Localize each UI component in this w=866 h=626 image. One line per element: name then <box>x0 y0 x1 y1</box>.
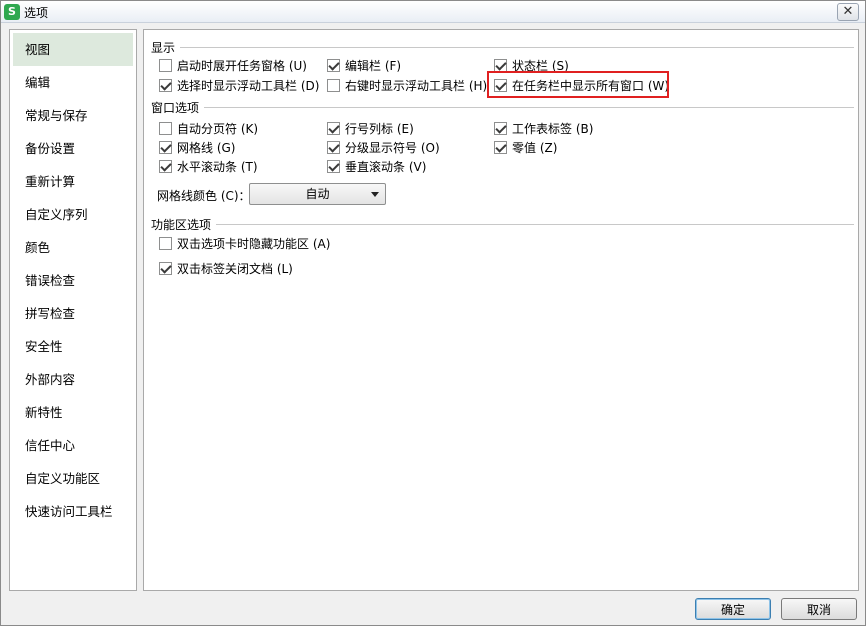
sidebar-item-backup[interactable]: 备份设置 <box>13 132 133 165</box>
checkbox-box[interactable] <box>327 78 340 92</box>
checkbox-box[interactable] <box>494 121 507 135</box>
checkbox-box[interactable] <box>494 58 507 72</box>
checkbox-formula-bar[interactable]: 编辑栏 (F) <box>327 57 401 73</box>
app-logo-icon: S <box>4 4 20 20</box>
checkbox-box[interactable] <box>327 159 340 173</box>
checkbox-label: 双击标签关闭文档 (L) <box>177 261 293 276</box>
checkbox-label: 自动分页符 (K) <box>177 121 259 136</box>
ok-button[interactable]: 确定 <box>695 598 771 620</box>
checkbox-box[interactable] <box>159 78 172 92</box>
sidebar-item-quick-access-toolbar[interactable]: 快速访问工具栏 <box>13 495 133 528</box>
section-title-display: 显示 <box>151 41 176 55</box>
sidebar-item-custom-lists[interactable]: 自定义序列 <box>13 198 133 231</box>
dropdown-arrow-icon <box>371 192 379 197</box>
sidebar-item-recalculate[interactable]: 重新计算 <box>13 165 133 198</box>
checkbox-dblclick-close-doc[interactable]: 双击标签关闭文档 (L) <box>159 260 293 276</box>
checkbox-box[interactable] <box>159 140 172 154</box>
checkbox-box[interactable] <box>327 140 340 154</box>
checkbox-box[interactable] <box>159 121 172 135</box>
checkbox-floating-toolbar-rightclick[interactable]: 右键时显示浮动工具栏 (H) <box>327 77 487 93</box>
checkbox-label: 水平滚动条 (T) <box>177 159 258 174</box>
section-divider <box>204 107 854 108</box>
checkbox-label: 启动时展开任务窗格 (U) <box>177 58 307 73</box>
close-button[interactable]: ✕ <box>837 3 859 21</box>
sidebar-item-external-content[interactable]: 外部内容 <box>13 363 133 396</box>
checkbox-box[interactable] <box>159 58 172 72</box>
checkbox-label: 工作表标签 (B) <box>512 121 594 136</box>
cancel-button[interactable]: 取消 <box>781 598 857 620</box>
sidebar-item-general-save[interactable]: 常规与保存 <box>13 99 133 132</box>
checkbox-label: 网格线 (G) <box>177 140 236 155</box>
options-dialog: S 选项 ✕ 视图 编辑 常规与保存 备份设置 重新计算 自定义序列 颜色 错误… <box>0 0 866 626</box>
checkbox-outline-symbols[interactable]: 分级显示符号 (O) <box>327 139 440 155</box>
gridline-color-dropdown[interactable]: 自动 <box>249 183 386 205</box>
checkbox-label: 垂直滚动条 (V) <box>345 159 427 174</box>
gridline-color-value: 自动 <box>305 187 330 201</box>
sidebar-item-security[interactable]: 安全性 <box>13 330 133 363</box>
checkbox-label: 双击选项卡时隐藏功能区 (A) <box>177 236 331 251</box>
checkbox-sheet-tabs[interactable]: 工作表标签 (B) <box>494 120 593 136</box>
checkbox-horizontal-scrollbar[interactable]: 水平滚动条 (T) <box>159 158 258 174</box>
checkbox-box[interactable] <box>494 140 507 154</box>
checkbox-floating-toolbar-select[interactable]: 选择时显示浮动工具栏 (D) <box>159 77 319 93</box>
checkbox-dblclick-hide-ribbon[interactable]: 双击选项卡时隐藏功能区 (A) <box>159 235 330 251</box>
checkbox-box[interactable] <box>327 58 340 72</box>
checkbox-box[interactable] <box>159 236 172 250</box>
checkbox-label: 右键时显示浮动工具栏 (H) <box>345 78 488 93</box>
gridline-color-label: 网格线颜色 (C)： <box>157 189 251 203</box>
options-content-panel: 显示 启动时展开任务窗格 (U) 编辑栏 (F) 状态栏 (S) 选择时显示浮动… <box>143 29 859 591</box>
options-sidebar: 视图 编辑 常规与保存 备份设置 重新计算 自定义序列 颜色 错误检查 拼写检查… <box>9 29 137 591</box>
checkbox-label: 零值 (Z) <box>512 140 558 155</box>
sidebar-item-edit[interactable]: 编辑 <box>13 66 133 99</box>
section-title-window-options: 窗口选项 <box>151 101 200 115</box>
window-title: 选项 <box>24 6 49 20</box>
checkbox-label: 编辑栏 (F) <box>345 58 402 73</box>
checkbox-gridlines[interactable]: 网格线 (G) <box>159 139 235 155</box>
highlight-annotation-box <box>487 71 669 98</box>
sidebar-item-error-check[interactable]: 错误检查 <box>13 264 133 297</box>
checkbox-expand-taskpane[interactable]: 启动时展开任务窗格 (U) <box>159 57 307 73</box>
sidebar-item-new-features[interactable]: 新特性 <box>13 396 133 429</box>
title-bar: S 选项 ✕ <box>1 1 865 23</box>
checkbox-box[interactable] <box>327 121 340 135</box>
checkbox-box[interactable] <box>159 261 172 275</box>
checkbox-auto-page-break[interactable]: 自动分页符 (K) <box>159 120 258 136</box>
checkbox-row-col-headers[interactable]: 行号列标 (E) <box>327 120 414 136</box>
checkbox-vertical-scrollbar[interactable]: 垂直滚动条 (V) <box>327 158 426 174</box>
sidebar-item-color[interactable]: 颜色 <box>13 231 133 264</box>
checkbox-label: 分级显示符号 (O) <box>345 140 440 155</box>
sidebar-item-custom-ribbon[interactable]: 自定义功能区 <box>13 462 133 495</box>
checkbox-zero-values[interactable]: 零值 (Z) <box>494 139 557 155</box>
close-icon: ✕ <box>842 4 854 19</box>
section-divider <box>216 224 854 225</box>
sidebar-item-trust-center[interactable]: 信任中心 <box>13 429 133 462</box>
checkbox-label: 选择时显示浮动工具栏 (D) <box>177 78 320 93</box>
section-divider <box>180 47 854 48</box>
checkbox-box[interactable] <box>159 159 172 173</box>
sidebar-item-view[interactable]: 视图 <box>13 33 133 66</box>
section-title-ribbon-options: 功能区选项 <box>151 218 212 232</box>
sidebar-item-spell-check[interactable]: 拼写检查 <box>13 297 133 330</box>
checkbox-label: 行号列标 (E) <box>345 121 414 136</box>
